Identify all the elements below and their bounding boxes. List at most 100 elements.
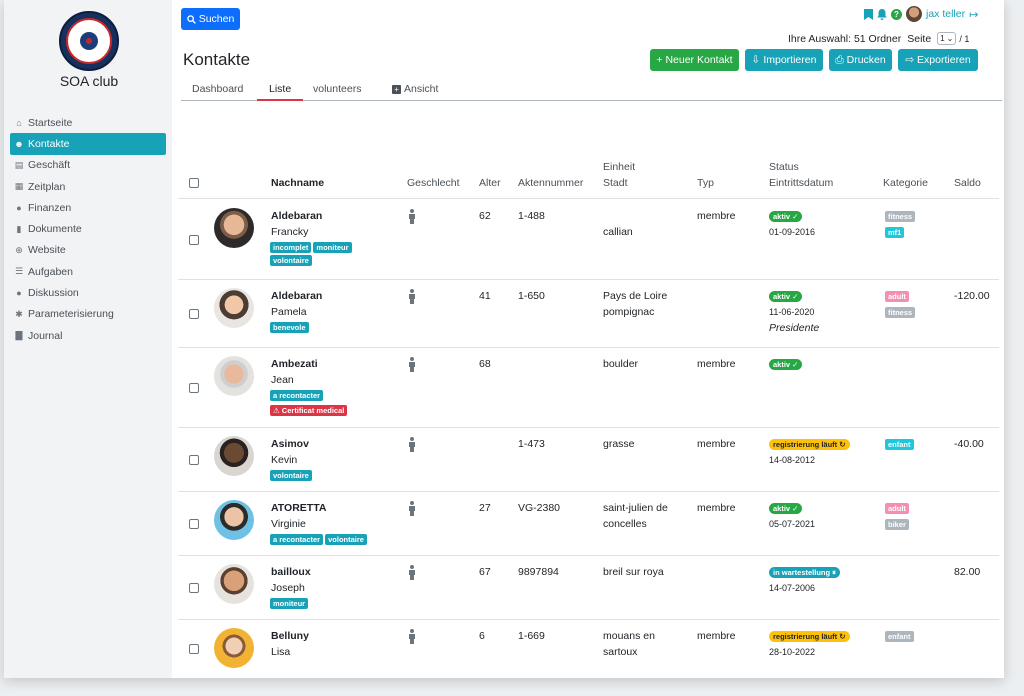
sidebar-item-zeitplan[interactable]: ▦ Zeitplan: [10, 176, 166, 197]
contact-file-number: 1-473: [518, 438, 545, 450]
role-note: Presidente: [769, 322, 820, 334]
col-saldo[interactable]: Saldo: [954, 176, 981, 191]
col-nachname[interactable]: Nachname: [271, 176, 324, 191]
male-icon: [409, 289, 415, 304]
help-icon[interactable]: ?: [891, 8, 902, 20]
table-row[interactable]: Ambezati Jean a recontacter ⚠ Certificat…: [178, 348, 999, 428]
contact-file-number: 9897894: [518, 566, 559, 578]
col-kategorie[interactable]: Kategorie: [883, 176, 928, 191]
contact-lastname[interactable]: Belluny: [271, 629, 309, 644]
tab-liste[interactable]: Liste: [257, 83, 304, 101]
status-cell: registrierung läuft ↻ 14-08-2012: [769, 438, 850, 465]
table-row[interactable]: bailloux Joseph moniteur 67 9897894 brei…: [178, 556, 999, 620]
club-name: SOA club: [59, 73, 119, 89]
sidebar-item-geschaeft[interactable]: ▤ Geschäft: [10, 155, 166, 176]
contact-photo[interactable]: [214, 208, 254, 248]
entry-date: 28-10-2022: [769, 647, 816, 657]
contact-lastname[interactable]: Aldebaran: [271, 289, 322, 304]
user-avatar[interactable]: [906, 6, 922, 22]
sidebar-item-dokumente[interactable]: ▮ Dokumente: [10, 218, 166, 239]
col-aktennummer[interactable]: Aktennummer: [518, 176, 583, 191]
contact-lastname[interactable]: bailloux: [271, 565, 311, 580]
contact-photo[interactable]: [214, 356, 254, 396]
contact-photo[interactable]: [214, 436, 254, 476]
sidebar-item-finanzen[interactable]: ● Finanzen: [10, 197, 166, 218]
tab-dashboard[interactable]: Dashboard: [192, 83, 243, 101]
category-badge: enfant: [885, 631, 914, 642]
contact-city-line2: concelles: [603, 518, 647, 530]
chevron-down-icon: ⌄: [946, 34, 954, 43]
select-all-checkbox[interactable]: [189, 178, 199, 188]
import-button[interactable]: ⇩ Importieren: [745, 49, 823, 71]
col-status[interactable]: Status: [769, 160, 799, 175]
row-checkbox[interactable]: [189, 583, 199, 593]
bell-icon[interactable]: [877, 8, 887, 20]
table-row[interactable]: Aldebaran Francky incomplet moniteur vol…: [178, 200, 999, 280]
col-typ[interactable]: Typ: [697, 176, 714, 191]
contact-type: membre: [697, 358, 736, 370]
sidebar-item-website[interactable]: ⊕ Website: [10, 240, 166, 261]
export-label: Exportieren: [917, 54, 971, 66]
col-eintrittsdatum[interactable]: Eintrittsdatum: [769, 176, 833, 191]
import-icon: ⇩: [751, 54, 761, 66]
logout-icon[interactable]: ↦: [969, 8, 978, 21]
sidebar: SOA club ⌂ Startseite ☻ Kontakte ▤ Geschäft…: [4, 0, 172, 678]
search-button[interactable]: Suchen: [181, 8, 240, 30]
row-checkbox[interactable]: [189, 455, 199, 465]
tag-badge: volontaire: [270, 470, 312, 481]
contact-photo[interactable]: [214, 500, 254, 540]
row-checkbox[interactable]: [189, 383, 199, 393]
sidebar-item-label: Finanzen: [28, 201, 72, 214]
table-row[interactable]: ATORETTA Virginie a recontacter volontai…: [178, 492, 999, 556]
printer-icon: ⎙: [835, 53, 844, 66]
category-cell: adult biker: [885, 503, 909, 530]
col-geschlecht[interactable]: Geschlecht: [407, 176, 460, 191]
col-stadt[interactable]: Stadt: [603, 176, 628, 191]
sidebar-item-label: Diskussion: [28, 287, 79, 300]
contact-photo[interactable]: [214, 288, 254, 328]
bookmark-icon[interactable]: [864, 8, 873, 20]
tab-ansicht[interactable]: + Ansicht: [392, 83, 438, 101]
table-row[interactable]: Belluny Lisa 6 1-669 mouans en sartoux m…: [178, 620, 999, 678]
contact-photo[interactable]: [214, 564, 254, 604]
contact-lastname[interactable]: Ambezati: [271, 357, 318, 372]
status-badge: aktiv ✓: [769, 211, 803, 222]
sidebar-item-journal[interactable]: ▇ Journal: [10, 325, 166, 346]
col-einheit[interactable]: Einheit: [603, 160, 635, 175]
sidebar-item-startseite[interactable]: ⌂ Startseite: [10, 112, 166, 133]
contact-photo[interactable]: [214, 628, 254, 668]
category-cell: enfant: [885, 439, 914, 450]
page-select[interactable]: 1 ⌄: [937, 32, 957, 45]
sidebar-item-diskussion[interactable]: ● Diskussion: [10, 282, 166, 303]
contact-age: 6: [479, 630, 485, 642]
print-button[interactable]: ⎙ Drucken: [829, 49, 892, 71]
contact-balance: 82.00: [954, 566, 981, 578]
contact-lastname[interactable]: Asimov: [271, 437, 309, 452]
sidebar-item-kontakte[interactable]: ☻ Kontakte: [10, 133, 166, 155]
sidebar-item-aufgaben[interactable]: ☰ Aufgaben: [10, 261, 166, 282]
row-checkbox[interactable]: [189, 235, 199, 245]
col-alter[interactable]: Alter: [479, 176, 501, 191]
row-checkbox[interactable]: [189, 519, 199, 529]
tab-volunteers[interactable]: volunteers: [313, 83, 361, 101]
sidebar-item-label: Startseite: [28, 116, 73, 129]
contact-age: 41: [479, 290, 491, 302]
row-checkbox[interactable]: [189, 644, 199, 654]
tag-badge: a recontacter: [270, 534, 324, 545]
sidebar-item-parameterisierung[interactable]: ✱ Parameterisierung: [10, 304, 166, 325]
male-icon: [409, 629, 415, 644]
tag-badge: volontaire: [325, 534, 367, 545]
contact-lastname[interactable]: ATORETTA: [271, 501, 326, 516]
export-button[interactable]: ⇨ Exportieren: [898, 49, 978, 71]
row-checkbox[interactable]: [189, 309, 199, 319]
user-name-link[interactable]: jax teller: [926, 8, 965, 20]
new-contact-button[interactable]: + Neuer Kontakt: [650, 49, 739, 71]
contact-file-number: VG-2380: [518, 502, 561, 514]
club-logo[interactable]: [59, 11, 119, 71]
contact-lastname[interactable]: Aldebaran: [271, 209, 322, 224]
page-label: Seite: [907, 32, 932, 45]
category-badge: biker: [885, 519, 909, 530]
print-label: Drucken: [846, 54, 886, 66]
table-row[interactable]: Asimov Kevin volontaire 1-473 grasse mem…: [178, 428, 999, 492]
table-row[interactable]: Aldebaran Pamela benevole 41 1-650 Pays …: [178, 280, 999, 348]
